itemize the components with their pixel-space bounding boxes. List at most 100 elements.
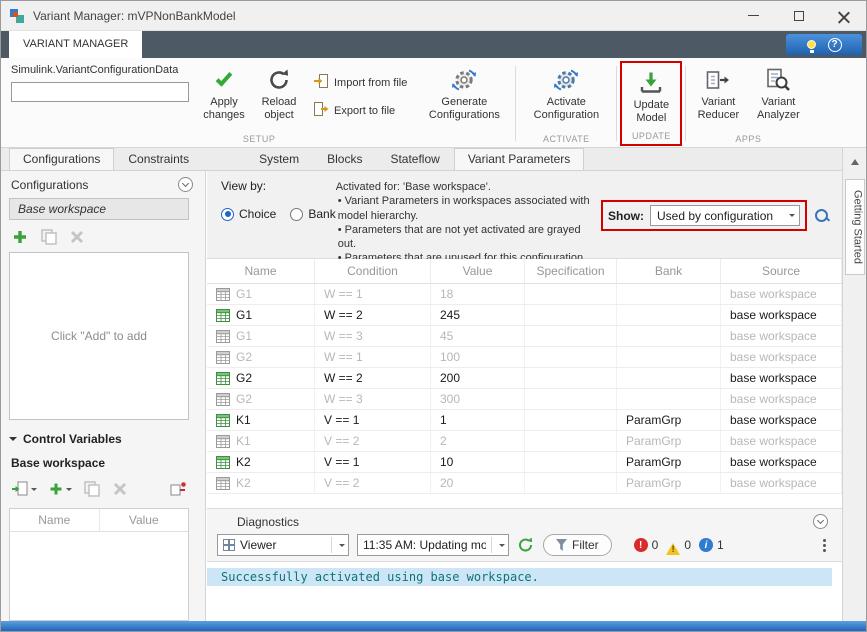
table-row[interactable]: K2V == 220ParamGrpbase workspace <box>207 473 842 494</box>
tab-variant-manager[interactable]: VARIANT MANAGER <box>9 31 142 58</box>
export-diagnostics-button[interactable] <box>517 536 535 554</box>
import-control-variables-button[interactable] <box>11 480 37 498</box>
move-to-workspace-button[interactable] <box>169 480 187 498</box>
delete-configuration-button[interactable] <box>69 229 85 245</box>
getting-started-tab[interactable]: Getting Started <box>845 179 865 275</box>
info-count[interactable]: 1 <box>699 538 724 552</box>
param-name-cell: G2 <box>207 389 315 409</box>
ribbon-section-activate: Activate Configuration ACTIVATE <box>518 60 614 147</box>
configurations-panel-title: Configurations <box>11 178 88 192</box>
column-header-specification[interactable]: Specification <box>525 259 617 283</box>
parameter-icon <box>216 393 230 406</box>
param-source-cell: base workspace <box>721 326 842 346</box>
filter-button[interactable]: Filter <box>543 534 612 556</box>
filter-funnel-icon <box>556 539 567 551</box>
add-control-variable-button[interactable] <box>48 481 72 497</box>
parameter-icon <box>216 330 230 343</box>
chevron-down-icon <box>182 180 189 187</box>
search-icon[interactable] <box>814 208 830 224</box>
minimize-icon <box>748 15 759 17</box>
variant-manager-window: Variant Manager: mVPNonBankModel VARIANT… <box>0 0 867 632</box>
dropdown-caret-icon <box>499 544 505 550</box>
viewer-dropdown[interactable]: Viewer <box>217 534 349 556</box>
apply-changes-button[interactable]: Apply changes <box>195 60 253 133</box>
configurations-panel: Configurations Base workspace Click "Add… <box>1 171 206 621</box>
table-row[interactable]: G2W == 1100base workspace <box>207 347 842 368</box>
diagnostics-title: Diagnostics <box>237 515 299 529</box>
info-icon <box>699 538 713 552</box>
tab-system[interactable]: System <box>245 148 313 170</box>
radio-bank[interactable]: Bank <box>290 207 335 221</box>
column-header-condition[interactable]: Condition <box>315 259 431 283</box>
param-condition-cell: W == 3 <box>315 389 431 409</box>
column-header-value[interactable]: Value <box>431 259 525 283</box>
section-label-activate: ACTIVATE <box>518 133 614 147</box>
maximize-icon <box>794 11 804 21</box>
chevron-down-icon <box>817 517 824 524</box>
maximize-button[interactable] <box>776 1 821 30</box>
import-file-icon <box>313 73 329 92</box>
variant-analyzer-button[interactable]: Variant Analyzer <box>748 60 808 133</box>
tab-configurations[interactable]: Configurations <box>9 148 114 170</box>
generate-configurations-button[interactable]: Generate Configurations <box>415 60 513 133</box>
configuration-list[interactable]: Click "Add" to add <box>9 252 189 420</box>
configuration-list-header[interactable]: Base workspace <box>9 198 189 220</box>
table-row[interactable]: K1V == 11ParamGrpbase workspace <box>207 410 842 431</box>
copy-control-variable-button[interactable] <box>83 480 101 498</box>
lightbulb-icon[interactable] <box>807 40 816 49</box>
column-header-source[interactable]: Source <box>721 259 842 283</box>
config-data-group: Simulink.VariantConfigurationData <box>5 60 195 133</box>
warning-count[interactable]: 0 <box>666 536 691 555</box>
help-icon[interactable] <box>828 38 842 52</box>
tab-stateflow[interactable]: Stateflow <box>376 148 453 170</box>
add-configuration-button[interactable] <box>11 228 29 246</box>
quick-access-area <box>786 34 862 55</box>
radio-choice[interactable]: Choice <box>221 207 276 221</box>
activate-configuration-button[interactable]: Activate Configuration <box>518 60 614 133</box>
delete-control-variable-button[interactable] <box>112 481 128 497</box>
export-file-icon <box>313 101 329 120</box>
view-by-label: View by: <box>221 179 336 193</box>
table-row[interactable]: G2W == 2200base workspace <box>207 368 842 389</box>
table-row[interactable]: G1W == 2245base workspace <box>207 305 842 326</box>
diagnostics-menu-button[interactable] <box>817 544 832 547</box>
table-row[interactable]: G2W == 3300base workspace <box>207 389 842 410</box>
table-row[interactable]: G1W == 118base workspace <box>207 284 842 305</box>
tab-blocks[interactable]: Blocks <box>313 148 376 170</box>
collapse-panel-button[interactable] <box>178 177 193 192</box>
close-button[interactable] <box>821 1 866 30</box>
param-source-cell: base workspace <box>721 410 842 430</box>
import-from-file-button[interactable]: Import from file <box>313 73 407 92</box>
control-variables-table[interactable]: Name Value <box>9 508 189 621</box>
minimize-button[interactable] <box>731 1 776 30</box>
copy-configuration-button[interactable] <box>40 228 58 246</box>
tab-constraints[interactable]: Constraints <box>114 148 203 170</box>
control-variables-header[interactable]: Control Variables <box>1 420 205 448</box>
collapse-diagnostics-button[interactable] <box>813 514 828 529</box>
param-condition-cell: W == 2 <box>315 368 431 388</box>
diagnostics-log[interactable]: Successfully activated using base worksp… <box>207 561 842 621</box>
viewer-icon <box>223 539 235 551</box>
show-filter-dropdown[interactable]: Used by configuration <box>650 205 800 226</box>
table-row[interactable]: G1W == 345base workspace <box>207 326 842 347</box>
tab-variant-parameters[interactable]: Variant Parameters <box>454 148 585 170</box>
diagnostic-message[interactable]: Successfully activated using base worksp… <box>207 568 832 586</box>
export-to-file-button[interactable]: Export to file <box>313 101 407 120</box>
table-row[interactable]: K1V == 22ParamGrpbase workspace <box>207 431 842 452</box>
variant-reducer-icon <box>705 64 731 96</box>
reload-object-button[interactable]: Reload object <box>253 60 305 133</box>
error-count[interactable]: 0 <box>634 538 659 552</box>
collapse-up-icon[interactable] <box>851 155 859 165</box>
update-model-button[interactable]: Update Model <box>622 63 680 130</box>
dropdown-caret-icon <box>66 488 72 494</box>
param-value-cell: 300 <box>431 389 525 409</box>
param-specification-cell <box>525 389 617 409</box>
param-name-cell: G1 <box>207 284 315 304</box>
column-header-name[interactable]: Name <box>207 259 315 283</box>
config-data-input[interactable] <box>11 82 189 102</box>
param-value-cell: 45 <box>431 326 525 346</box>
table-row[interactable]: K2V == 110ParamGrpbase workspace <box>207 452 842 473</box>
timestamp-dropdown[interactable]: 11:35 AM: Updating model <box>357 534 509 556</box>
column-header-bank[interactable]: Bank <box>617 259 721 283</box>
variant-reducer-button[interactable]: Variant Reducer <box>688 60 748 133</box>
